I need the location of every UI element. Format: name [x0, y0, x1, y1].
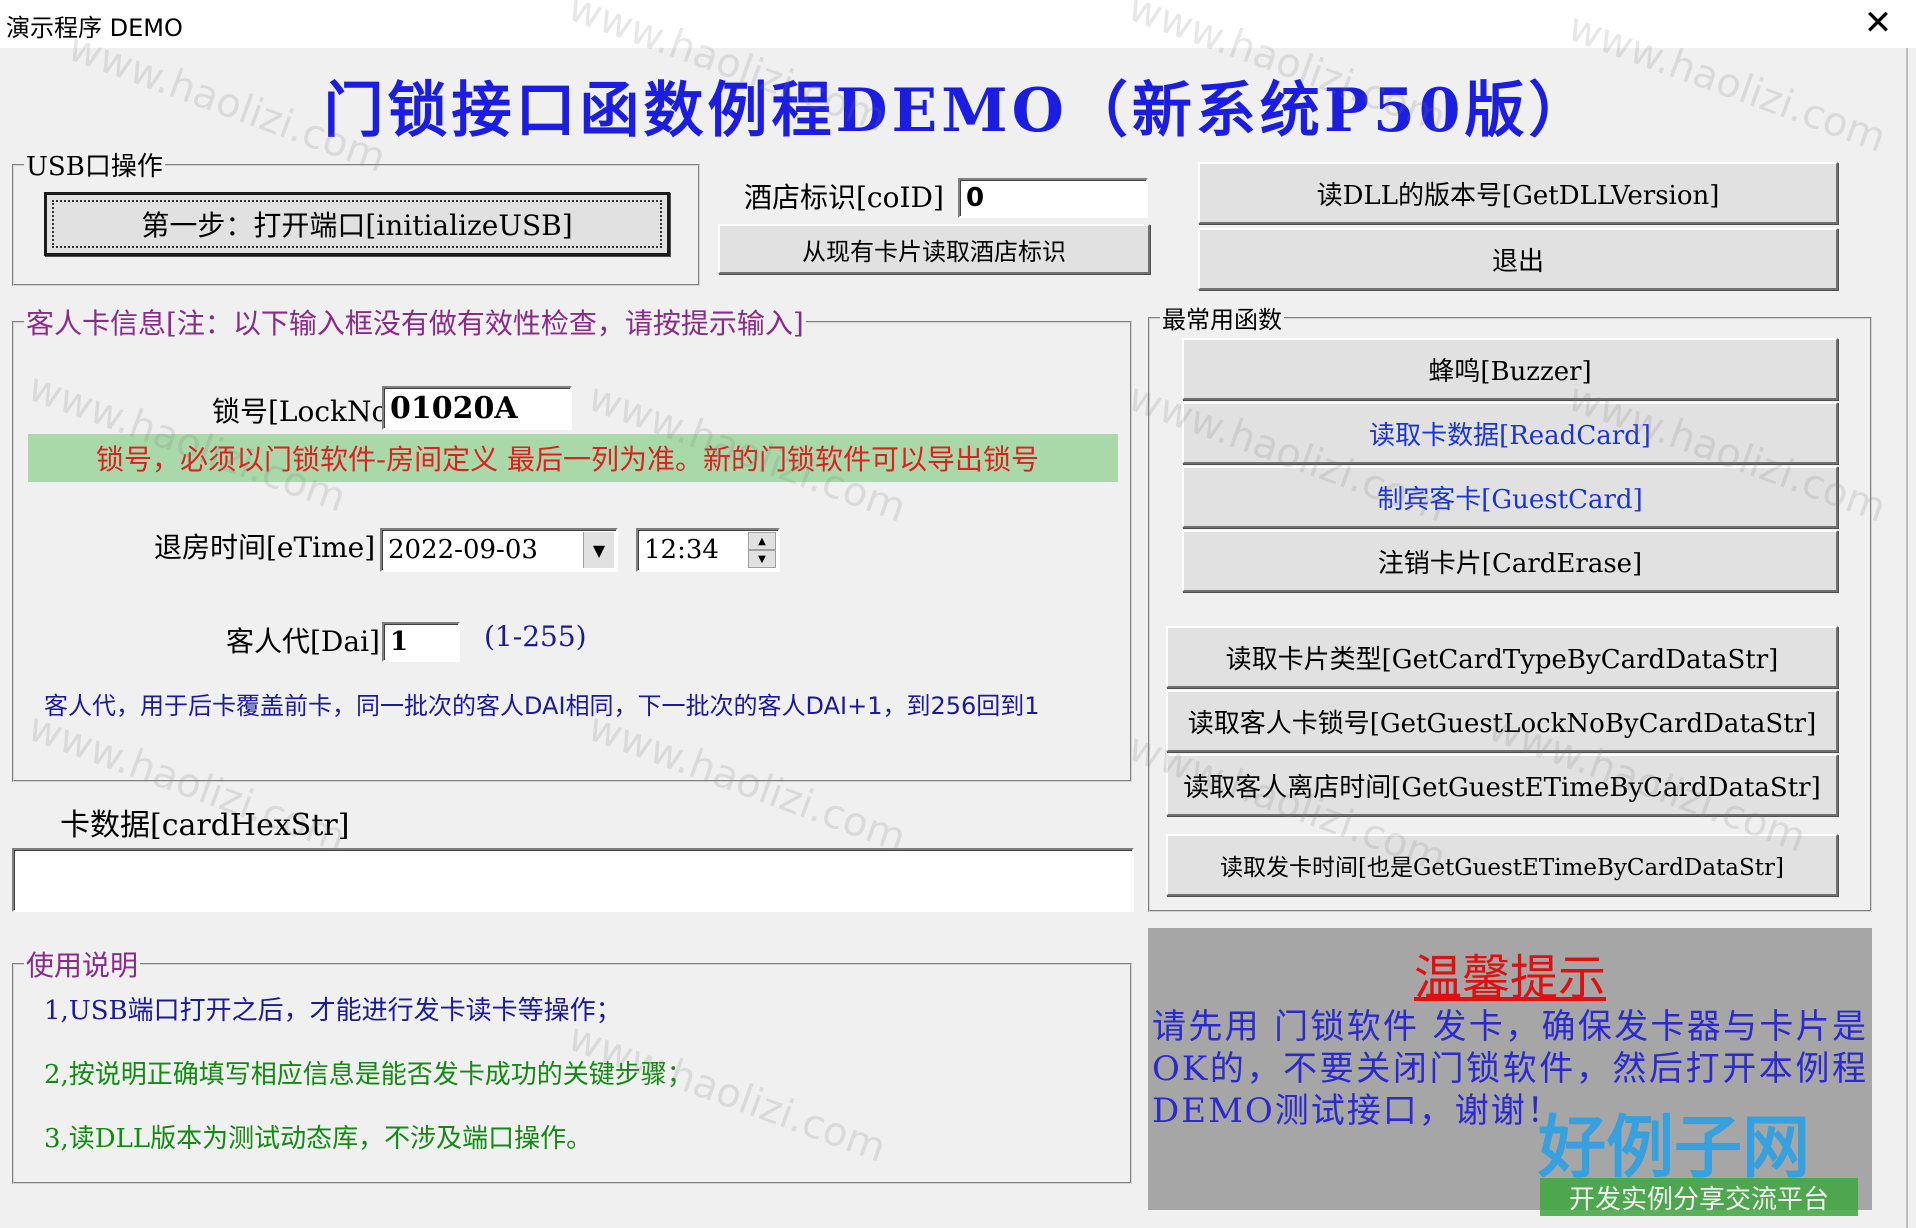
- card-erase-button[interactable]: 注销卡片[CardErase]: [1182, 530, 1838, 592]
- watermark-tagline: 开发实例分享交流平台: [1540, 1178, 1858, 1216]
- card-type-button[interactable]: 读取卡片类型[GetCardTypeByCardDataStr]: [1166, 626, 1838, 688]
- exit-button[interactable]: 退出: [1198, 228, 1838, 290]
- dai-input[interactable]: 1: [382, 622, 460, 662]
- lockno-hint: 锁号，必须以门锁软件-房间定义 最后一列为准。新的门锁软件可以导出锁号: [96, 443, 1040, 476]
- etime-time-value: 12:34: [644, 535, 719, 565]
- usage-line-1: 1,USB端口打开之后，才能进行发卡读卡等操作；: [44, 996, 622, 1026]
- usage-legend: 使用说明: [26, 949, 139, 982]
- issue-time-button[interactable]: 读取发卡时间[也是GetGuestETimeByCardDataStr]: [1166, 834, 1838, 896]
- title-bar: [0, 0, 1916, 48]
- dai-label: 客人代[Dai]: [226, 625, 380, 658]
- watermark-logo: 好例子网: [1538, 1109, 1811, 1188]
- hotel-id-input[interactable]: 0: [958, 178, 1148, 218]
- common-functions-legend: 最常用函数: [1162, 306, 1282, 334]
- close-icon[interactable]: ✕: [1858, 4, 1898, 42]
- read-hotel-id-button[interactable]: 从现有卡片读取酒店标识: [718, 224, 1150, 274]
- buzzer-button[interactable]: 蜂鸣[Buzzer]: [1182, 338, 1838, 400]
- dll-version-button[interactable]: 读DLL的版本号[GetDLLVersion]: [1198, 162, 1838, 224]
- usage-line-2: 2,按说明正确填写相应信息是能否发卡成功的关键步骤；: [44, 1060, 693, 1090]
- etime-label: 退房时间[eTime]: [154, 531, 376, 564]
- dai-hint: 客人代，用于后卡覆盖前卡，同一批次的客人DAI相同，下一批次的客人DAI+1，到…: [44, 692, 1040, 720]
- tip-title: 温馨提示: [1413, 950, 1606, 1006]
- dai-range: (1-255): [484, 620, 587, 653]
- card-data-input[interactable]: [12, 848, 1134, 912]
- usage-line-3: 3,读DLL版本为测试动态库，不涉及端口操作。: [44, 1124, 593, 1154]
- guest-card-button[interactable]: 制宾客卡[GuestCard]: [1182, 466, 1838, 528]
- read-card-button[interactable]: 读取卡数据[ReadCard]: [1182, 402, 1838, 464]
- usb-group-legend: USB口操作: [26, 152, 163, 182]
- page-title: 门锁接口函数例程DEMO（新系统P50版）: [323, 76, 1593, 146]
- card-data-label: 卡数据[cardHexStr]: [60, 808, 350, 843]
- etime-date-picker[interactable]: 2022-09-03 ▼: [380, 528, 618, 572]
- hotel-id-label: 酒店标识[coID]: [744, 181, 944, 214]
- open-port-button[interactable]: 第一步：打开端口[initializeUSB]: [44, 192, 670, 256]
- spin-up-icon[interactable]: ▲: [748, 532, 776, 550]
- guest-etime-button[interactable]: 读取客人离店时间[GetGuestETimeByCardDataStr]: [1166, 754, 1838, 816]
- guest-lockno-button[interactable]: 读取客人卡锁号[GetGuestLockNoByCardDataStr]: [1166, 690, 1838, 752]
- etime-time-picker[interactable]: 12:34 ▲ ▼: [636, 528, 780, 572]
- spin-down-icon[interactable]: ▼: [748, 550, 776, 568]
- guest-card-legend: 客人卡信息[注：以下输入框没有做有效性检查，请按提示输入]: [26, 307, 804, 340]
- window-title: 演示程序 DEMO: [6, 14, 183, 42]
- chevron-down-icon[interactable]: ▼: [583, 532, 614, 568]
- lockno-label: 锁号[LockNo]: [212, 395, 400, 428]
- window-border: [1906, 48, 1908, 1228]
- etime-date-value: 2022-09-03: [388, 535, 538, 565]
- time-spinner[interactable]: ▲ ▼: [748, 532, 776, 568]
- lockno-input[interactable]: 01020A: [382, 386, 572, 430]
